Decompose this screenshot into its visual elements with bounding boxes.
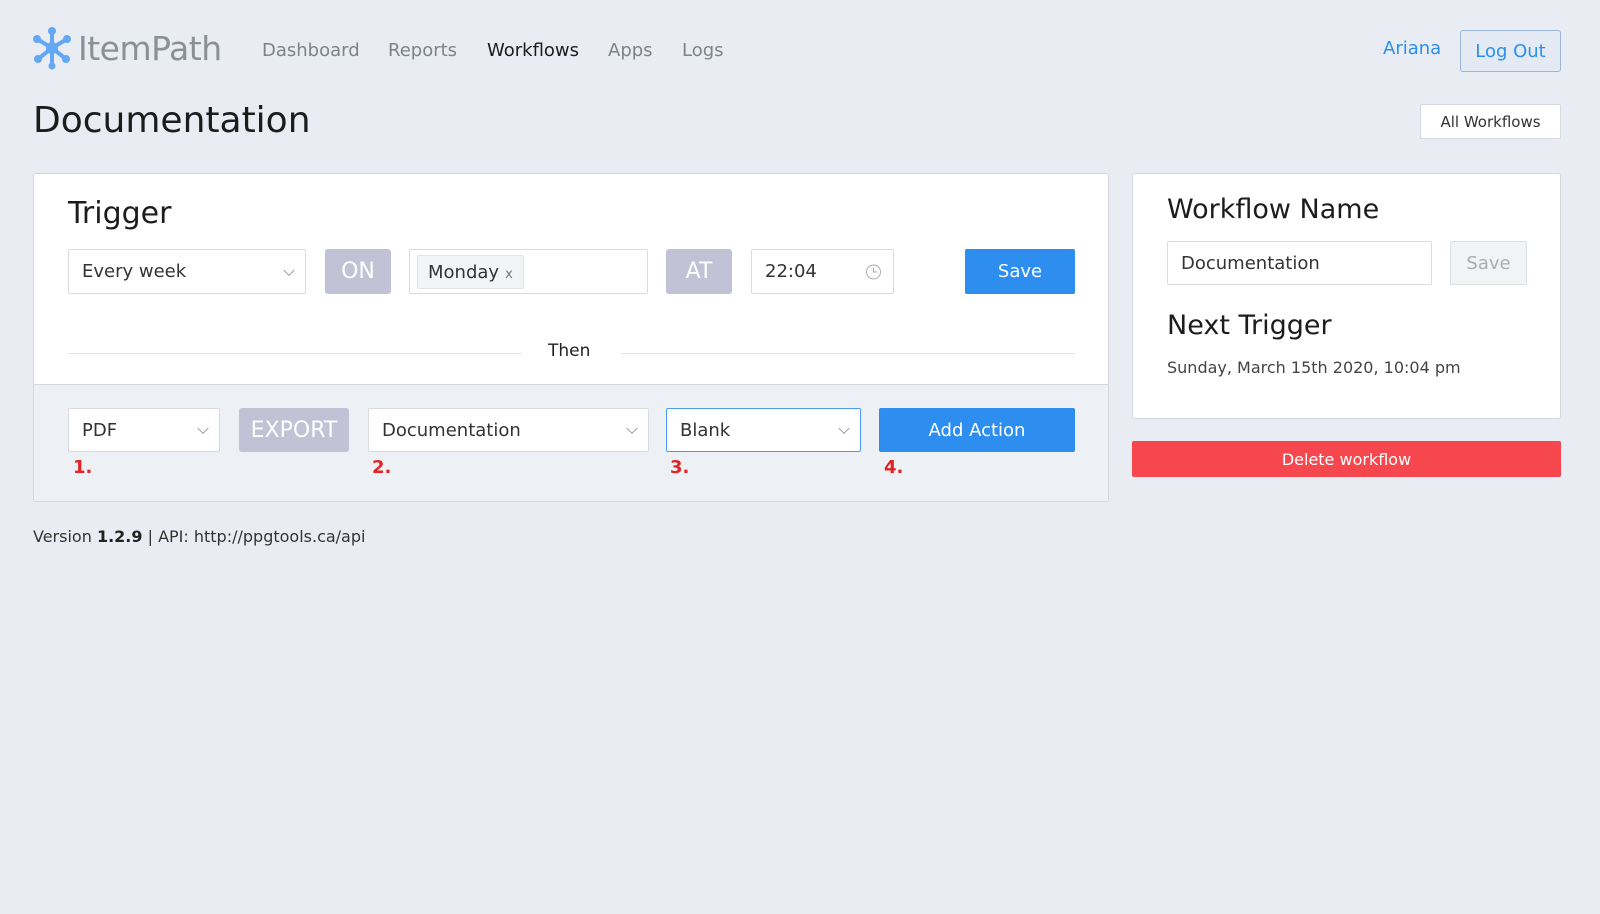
logo-text: ItemPath xyxy=(78,28,222,68)
day-tag: Monday x xyxy=(417,255,524,289)
then-label: Then xyxy=(548,341,591,361)
on-label: ON xyxy=(325,249,391,294)
chevron-down-icon xyxy=(197,422,209,435)
version-prefix: Version xyxy=(33,527,92,546)
divider-left xyxy=(68,353,522,354)
format-value: PDF xyxy=(82,419,118,441)
workflow-name-save-button[interactable]: Save xyxy=(1450,241,1527,285)
source-value: Documentation xyxy=(382,419,521,441)
workflow-name-input[interactable]: Documentation xyxy=(1167,241,1432,285)
chevron-down-icon xyxy=(283,264,295,276)
itempath-logo-icon xyxy=(33,27,71,70)
frequency-select[interactable]: Every week xyxy=(68,249,306,294)
page-title: Documentation xyxy=(33,100,311,141)
nav-workflows[interactable]: Workflows xyxy=(487,40,579,61)
step-marker-4: 4. xyxy=(884,457,904,478)
workflow-details-card: Workflow Name Documentation Save Next Tr… xyxy=(1132,173,1561,419)
logout-button[interactable]: Log Out xyxy=(1460,30,1561,72)
chevron-down-icon xyxy=(838,422,850,435)
format-select[interactable]: PDF xyxy=(68,408,220,452)
step-marker-3: 3. xyxy=(670,457,690,478)
nav-logs[interactable]: Logs xyxy=(682,40,724,61)
action-row: PDF EXPORT Documentation Blank Add Actio… xyxy=(34,384,1108,501)
api-info: | API: http://ppgtools.ca/api xyxy=(147,527,366,546)
time-value: 22:04 xyxy=(765,261,817,282)
workflow-name-heading: Workflow Name xyxy=(1167,194,1380,225)
user-profile-link[interactable]: Ariana xyxy=(1383,38,1441,59)
trigger-save-button[interactable]: Save xyxy=(965,249,1075,294)
nav-reports[interactable]: Reports xyxy=(388,40,457,61)
workflow-editor-card: Trigger Every week ON Monday x AT 22:04 … xyxy=(33,173,1109,502)
step-marker-2: 2. xyxy=(372,457,392,478)
chevron-down-icon xyxy=(626,422,638,435)
template-value: Blank xyxy=(680,419,731,441)
trigger-heading: Trigger xyxy=(68,196,172,231)
next-trigger-heading: Next Trigger xyxy=(1167,310,1332,341)
step-marker-1: 1. xyxy=(73,457,93,478)
nav-apps[interactable]: Apps xyxy=(608,40,653,61)
export-label: EXPORT xyxy=(239,408,349,452)
next-trigger-value: Sunday, March 15th 2020, 10:04 pm xyxy=(1167,358,1461,377)
template-select[interactable]: Blank xyxy=(666,408,861,452)
app-logo[interactable]: ItemPath xyxy=(32,26,222,70)
remove-tag-icon[interactable]: x xyxy=(505,267,513,282)
at-label: AT xyxy=(666,249,732,294)
footer: Version 1.2.9 | API: http://ppgtools.ca/… xyxy=(33,527,365,546)
delete-workflow-button[interactable]: Delete workflow xyxy=(1132,441,1561,477)
time-input[interactable]: 22:04 xyxy=(751,249,894,294)
divider-right xyxy=(621,353,1075,354)
source-select[interactable]: Documentation xyxy=(368,408,649,452)
nav-dashboard[interactable]: Dashboard xyxy=(262,40,360,61)
clock-icon xyxy=(866,264,881,279)
all-workflows-button[interactable]: All Workflows xyxy=(1420,104,1561,139)
day-multiselect[interactable]: Monday x xyxy=(409,249,648,294)
add-action-button[interactable]: Add Action xyxy=(879,408,1075,452)
day-tag-label: Monday xyxy=(428,261,500,283)
version-number: 1.2.9 xyxy=(96,527,143,546)
frequency-value: Every week xyxy=(82,261,187,282)
